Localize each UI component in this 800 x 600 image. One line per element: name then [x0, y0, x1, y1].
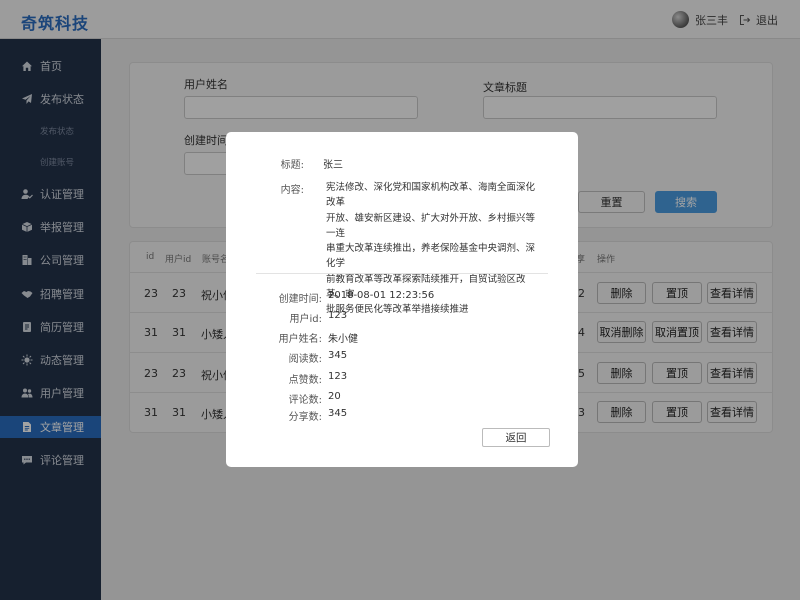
comment-count-value: 20 [328, 391, 341, 402]
modal-title-label: 标题: [280, 160, 304, 171]
created-time-value: 2018-08-01 12:23:56 [328, 290, 435, 301]
content-line: 批服务便民化等改革举措接续推进 [326, 304, 469, 316]
back-button[interactable]: 返回 [482, 428, 550, 447]
content-line: 开放、雄安新区建设、扩大对外开放、乡村振兴等一连 [326, 212, 536, 239]
user-name-value: 朱小健 [328, 334, 358, 345]
content-line: 宪法修改、深化党和国家机构改革、海南全面深化改革 [326, 182, 536, 209]
like-count-value: 123 [328, 371, 348, 382]
modal-divider [256, 273, 548, 274]
share-count-value: 345 [328, 408, 348, 419]
user-id-label: 用户id: [289, 314, 323, 325]
share-count-label: 分享数: [288, 412, 322, 423]
article-detail-modal: 标题: 张三 内容: 宪法修改、深化党和国家机构改革、海南全面深化改革 开放、雄… [226, 132, 578, 467]
read-count-label: 阅读数: [288, 354, 322, 365]
modal-content-label: 内容: [280, 185, 304, 196]
comment-count-label: 评论数: [288, 395, 322, 406]
content-line: 串重大改革连续推出，养老保险基金中央调剂、深化学 [326, 243, 536, 270]
created-time-label: 创建时间: [278, 294, 322, 305]
read-count-value: 345 [328, 350, 348, 361]
modal-title-value: 张三 [323, 160, 343, 171]
user-name-label: 用户姓名: [278, 334, 322, 345]
user-id-value: 123 [328, 310, 348, 321]
like-count-label: 点赞数: [288, 375, 322, 386]
